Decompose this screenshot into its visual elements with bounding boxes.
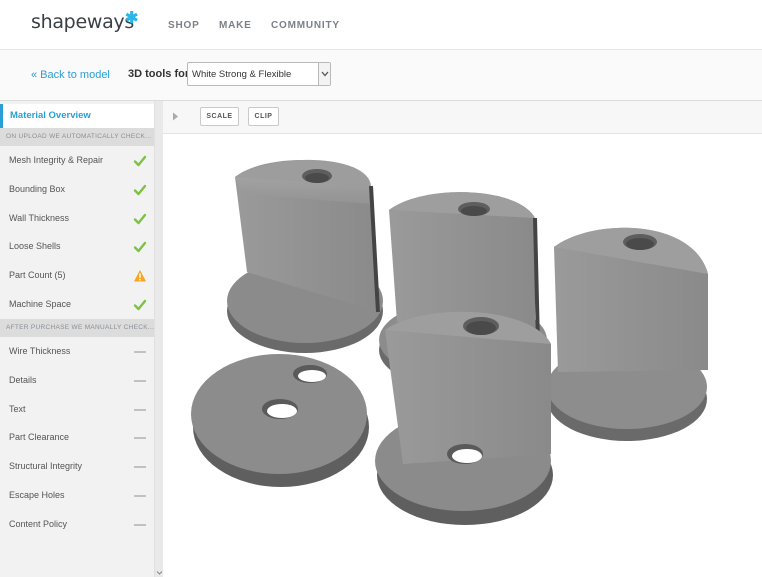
check-item-machine-space[interactable]: Machine Space [0,290,154,319]
part-c [547,227,708,441]
check-item-structural-integrity[interactable]: Structural Integrity [0,452,154,481]
back-to-model-link[interactable]: « Back to model [31,69,110,81]
dash-icon [134,495,146,497]
3d-model-render[interactable] [163,134,762,577]
check-item-label: Part Clearance [9,432,70,443]
material-overview-label: Material Overview [10,110,91,121]
expand-panel-icon[interactable] [172,112,179,121]
check-item-part-count-5[interactable]: Part Count (5) [0,261,154,290]
check-status-pending [133,489,147,503]
part-d [191,354,369,487]
check-item-bounding-box[interactable]: Bounding Box [0,175,154,204]
check-item-text[interactable]: Text [0,395,154,424]
check-icon [133,184,147,195]
check-item-label: Mesh Integrity & Repair [9,155,104,165]
chevron-down-icon[interactable] [318,63,330,85]
shapeways-logo[interactable]: shapeways [31,11,134,33]
material-select-value: White Strong & Flexible [192,69,292,80]
check-status-pending [133,518,147,532]
check-icon [133,242,147,253]
check-status-warning [133,269,147,283]
model-viewer[interactable]: SCALE CLIP [163,101,762,577]
check-item-part-clearance[interactable]: Part Clearance [0,423,154,452]
check-item-details[interactable]: Details [0,366,154,395]
check-item-label: Details [9,374,37,385]
material-overview-tab[interactable]: Material Overview [0,104,154,128]
check-item-mesh-integrity-repair[interactable]: Mesh Integrity & Repair [0,146,154,175]
check-item-wall-thickness[interactable]: Wall Thickness [0,204,154,233]
logo-star-icon: ✱ [125,10,139,27]
check-status-pending [133,374,147,388]
clip-button[interactable]: CLIP [248,107,279,126]
checks-sidebar: Material Overview ON UPLOAD WE AUTOMATIC… [0,101,163,577]
manual-check-section-header: AFTER PURCHASE WE MANUALLY CHECK... [0,319,154,337]
nav-community[interactable]: COMMUNITY [271,20,340,31]
check-item-label: Text [9,403,26,414]
scale-button[interactable]: SCALE [200,107,239,126]
sidebar-scrollbar[interactable] [154,101,163,577]
part-a [227,159,383,353]
nav-make[interactable]: MAKE [219,20,252,31]
part-e [375,311,553,525]
dash-icon [134,379,146,382]
check-item-label: Machine Space [9,299,72,309]
dash-icon [134,437,146,440]
check-status-pending [133,403,147,417]
auto-check-section-header: ON UPLOAD WE AUTOMATICALLY CHECK... [0,128,154,146]
check-status-pass [133,240,147,254]
check-item-wire-thickness[interactable]: Wire Thickness [0,337,154,366]
check-item-escape-holes[interactable]: Escape Holes [0,481,154,510]
dash-icon [134,466,146,468]
check-status-pending [133,460,147,474]
check-item-label: Content Policy [9,518,68,529]
nav-shop[interactable]: SHOP [168,20,200,31]
check-item-loose-shells[interactable]: Loose Shells [0,232,154,261]
dash-icon [134,408,146,411]
check-item-content-policy[interactable]: Content Policy [0,510,154,539]
dash-icon [134,351,146,353]
tools-label: 3D tools for [128,68,190,80]
viewer-toolbar: SCALE CLIP [163,101,762,134]
check-item-label: Loose Shells [9,241,61,252]
check-status-pass [133,154,147,168]
top-navbar: shapeways ✱ SHOP MAKE COMMUNITY [0,0,762,50]
warning-icon [134,270,146,282]
check-status-pass [133,183,147,197]
check-item-label: Structural Integrity [9,461,83,472]
check-item-label: Wire Thickness [9,346,71,356]
material-select[interactable]: White Strong & Flexible [187,62,331,86]
check-icon [133,213,147,224]
check-icon [133,155,147,167]
check-status-pending [133,431,147,445]
check-status-pending [133,345,147,359]
check-status-pass [133,212,147,226]
check-status-pass [133,298,147,312]
auto-check-section-label: ON UPLOAD WE AUTOMATICALLY CHECK... [6,133,152,140]
check-item-label: Part Count (5) [9,270,66,281]
dash-icon [134,523,146,526]
check-icon [133,299,147,311]
check-item-label: Bounding Box [9,183,66,194]
check-item-label: Wall Thickness [9,212,70,223]
scroll-down-icon [156,571,163,575]
tools-header: « Back to model 3D tools for White Stron… [0,50,762,101]
manual-check-section-label: AFTER PURCHASE WE MANUALLY CHECK... [6,324,155,331]
check-item-label: Escape Holes [9,490,65,500]
